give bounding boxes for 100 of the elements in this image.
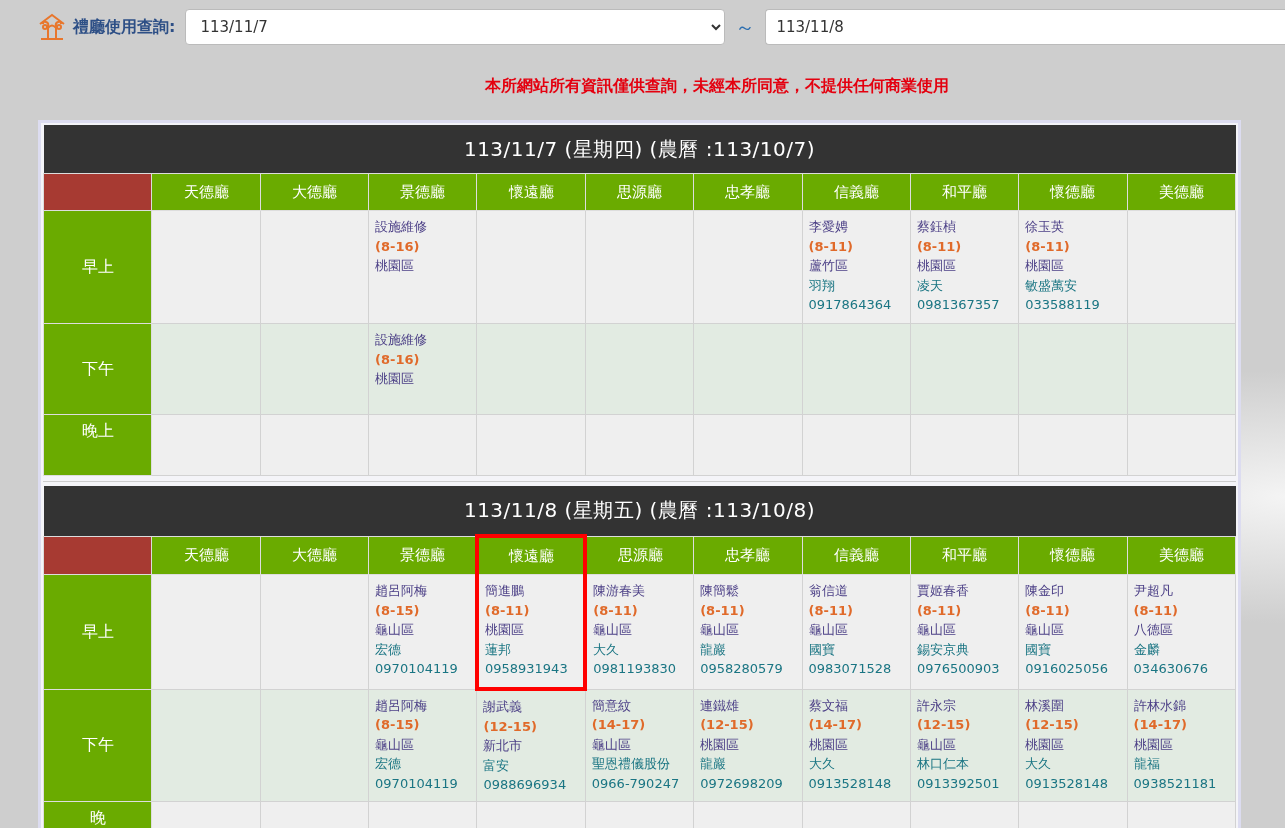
company-name: 錫安京典	[916, 640, 970, 659]
company-name: 龍巖	[700, 640, 728, 659]
time-range: (8-11)	[1133, 601, 1179, 620]
end-date-field[interactable]: 113/11/8	[765, 9, 1285, 45]
district-text: 桃園區	[1133, 735, 1174, 754]
time-range: (8-11)	[808, 237, 854, 256]
notice-text: 本所網站所有資訊僅供查詢，未經本所同意，不提供任何商業使用	[483, 76, 950, 97]
phone-number: 0972698209	[700, 774, 784, 793]
time-range: (14-17)	[591, 716, 647, 734]
company-name: 國寶	[1025, 640, 1053, 659]
company-name: 大久	[808, 755, 836, 773]
time-range: (8-16)	[375, 237, 421, 256]
person-name: 趙呂阿梅	[375, 582, 429, 600]
phone-number: 0917864364	[808, 296, 893, 314]
person-name: 許永宗	[916, 696, 957, 715]
company-name: 凌天	[916, 276, 944, 295]
person-name: 李愛娉	[808, 218, 849, 236]
phone-number: 0966-790247	[591, 774, 681, 793]
person-name: 設施維修	[375, 331, 429, 349]
time-range: (12-15)	[916, 716, 972, 734]
period-label: 下午	[43, 689, 152, 801]
person-name: 陳簡鬆	[700, 582, 741, 600]
district-text: 桃園區	[916, 257, 957, 275]
district-text: 桃園區	[1025, 735, 1066, 754]
time-range: (8-16)	[375, 350, 421, 369]
district-text: 龜山區	[808, 621, 849, 639]
start-date-select[interactable]: 113/11/7	[185, 9, 726, 45]
hall-header: 信義廳	[802, 536, 911, 575]
person-name: 陳金印	[1025, 582, 1066, 600]
hall-header: 美德廳	[1127, 173, 1236, 211]
period-label: 下午	[43, 323, 152, 415]
hall-header: 思源廳	[585, 536, 694, 575]
district-text: 新北市	[483, 737, 524, 755]
company-name: 大久	[593, 640, 621, 659]
phone-number: 0916025056	[1025, 660, 1109, 678]
company-name: 敏盛萬安	[1025, 276, 1079, 295]
person-name: 連鐵雄	[700, 696, 741, 715]
district-text: 龜山區	[593, 621, 634, 639]
person-name: 趙呂阿梅	[375, 696, 429, 715]
phone-number: 0970104119	[375, 774, 459, 793]
query-label: 禮廳使用查詢:	[73, 16, 176, 38]
hall-header: 懷遠廳	[476, 173, 586, 211]
time-range: (8-11)	[916, 601, 963, 620]
phone-number: 0976500903	[916, 660, 1001, 678]
person-name: 賈姬春香	[916, 582, 970, 600]
district-text: 桃園區	[808, 735, 849, 754]
hall-header: 懷德廳	[1018, 173, 1128, 211]
district-text: 龜山區	[591, 735, 632, 754]
district-text: 龜山區	[1025, 621, 1066, 639]
phone-number: 0913528148	[1025, 774, 1109, 793]
company-name: 林口仁本	[916, 755, 970, 773]
company-name: 羽翔	[808, 276, 836, 295]
period-label: 早上	[43, 210, 152, 324]
district-text: 龜山區	[916, 735, 957, 754]
time-range: (8-11)	[1025, 601, 1071, 620]
person-name: 徐玉英	[1025, 218, 1066, 236]
phone-number: 0983071528	[808, 660, 893, 678]
phone-number: 034630676	[1133, 660, 1210, 678]
phone-number: 0938521181	[1133, 774, 1218, 793]
hall-header: 忠孝廳	[693, 173, 802, 211]
district-text: 八德區	[1133, 621, 1174, 639]
phone-number: 0981367357	[916, 296, 1001, 314]
time-range: (8-15)	[375, 601, 421, 620]
hall-header: 和平廳	[910, 173, 1019, 211]
time-range: (8-11)	[808, 601, 854, 620]
person-name: 簡意紋	[591, 696, 632, 715]
phone-number: 0913392501	[916, 774, 1001, 793]
period-label: 早上	[43, 574, 152, 689]
phone-number: 0988696934	[483, 776, 568, 794]
period-label: 晚	[43, 801, 152, 828]
period-label: 晚上	[43, 414, 152, 476]
company-name: 龍福	[1133, 755, 1161, 773]
person-name: 蔡鈺楨	[916, 218, 957, 236]
hall-header: 景德廳	[368, 173, 477, 211]
time-range: (8-15)	[375, 716, 421, 734]
district-text: 桃園區	[700, 735, 741, 754]
district-text: 桃園區	[484, 621, 525, 639]
time-range: (12-15)	[483, 717, 538, 736]
hall-header: 景德廳	[368, 536, 477, 575]
phone-number: 0981193830	[593, 660, 677, 678]
hall-icon	[37, 12, 67, 42]
district-text: 龜山區	[916, 621, 957, 639]
phone-number: 0970104119	[375, 660, 459, 678]
range-separator: ～	[735, 13, 756, 41]
company-name: 大久	[1025, 755, 1053, 773]
person-name: 翁信道	[808, 582, 849, 600]
district-text: 龜山區	[375, 735, 416, 754]
phone-number: 0913528148	[808, 774, 893, 793]
district-text: 龜山區	[375, 621, 416, 639]
hall-header: 懷遠廳	[476, 536, 586, 575]
time-range: (8-11)	[700, 601, 746, 620]
company-name: 蓮邦	[484, 640, 512, 659]
phone-number: 033588119	[1025, 296, 1101, 314]
phone-number: 0958280579	[700, 660, 784, 678]
time-range: (8-11)	[916, 237, 963, 256]
company-name: 富安	[483, 756, 511, 775]
company-name: 龍巖	[700, 755, 728, 773]
hall-header: 美德廳	[1127, 536, 1236, 575]
person-name: 設施維修	[375, 218, 429, 236]
company-name: 聖恩禮儀股份	[591, 755, 671, 773]
